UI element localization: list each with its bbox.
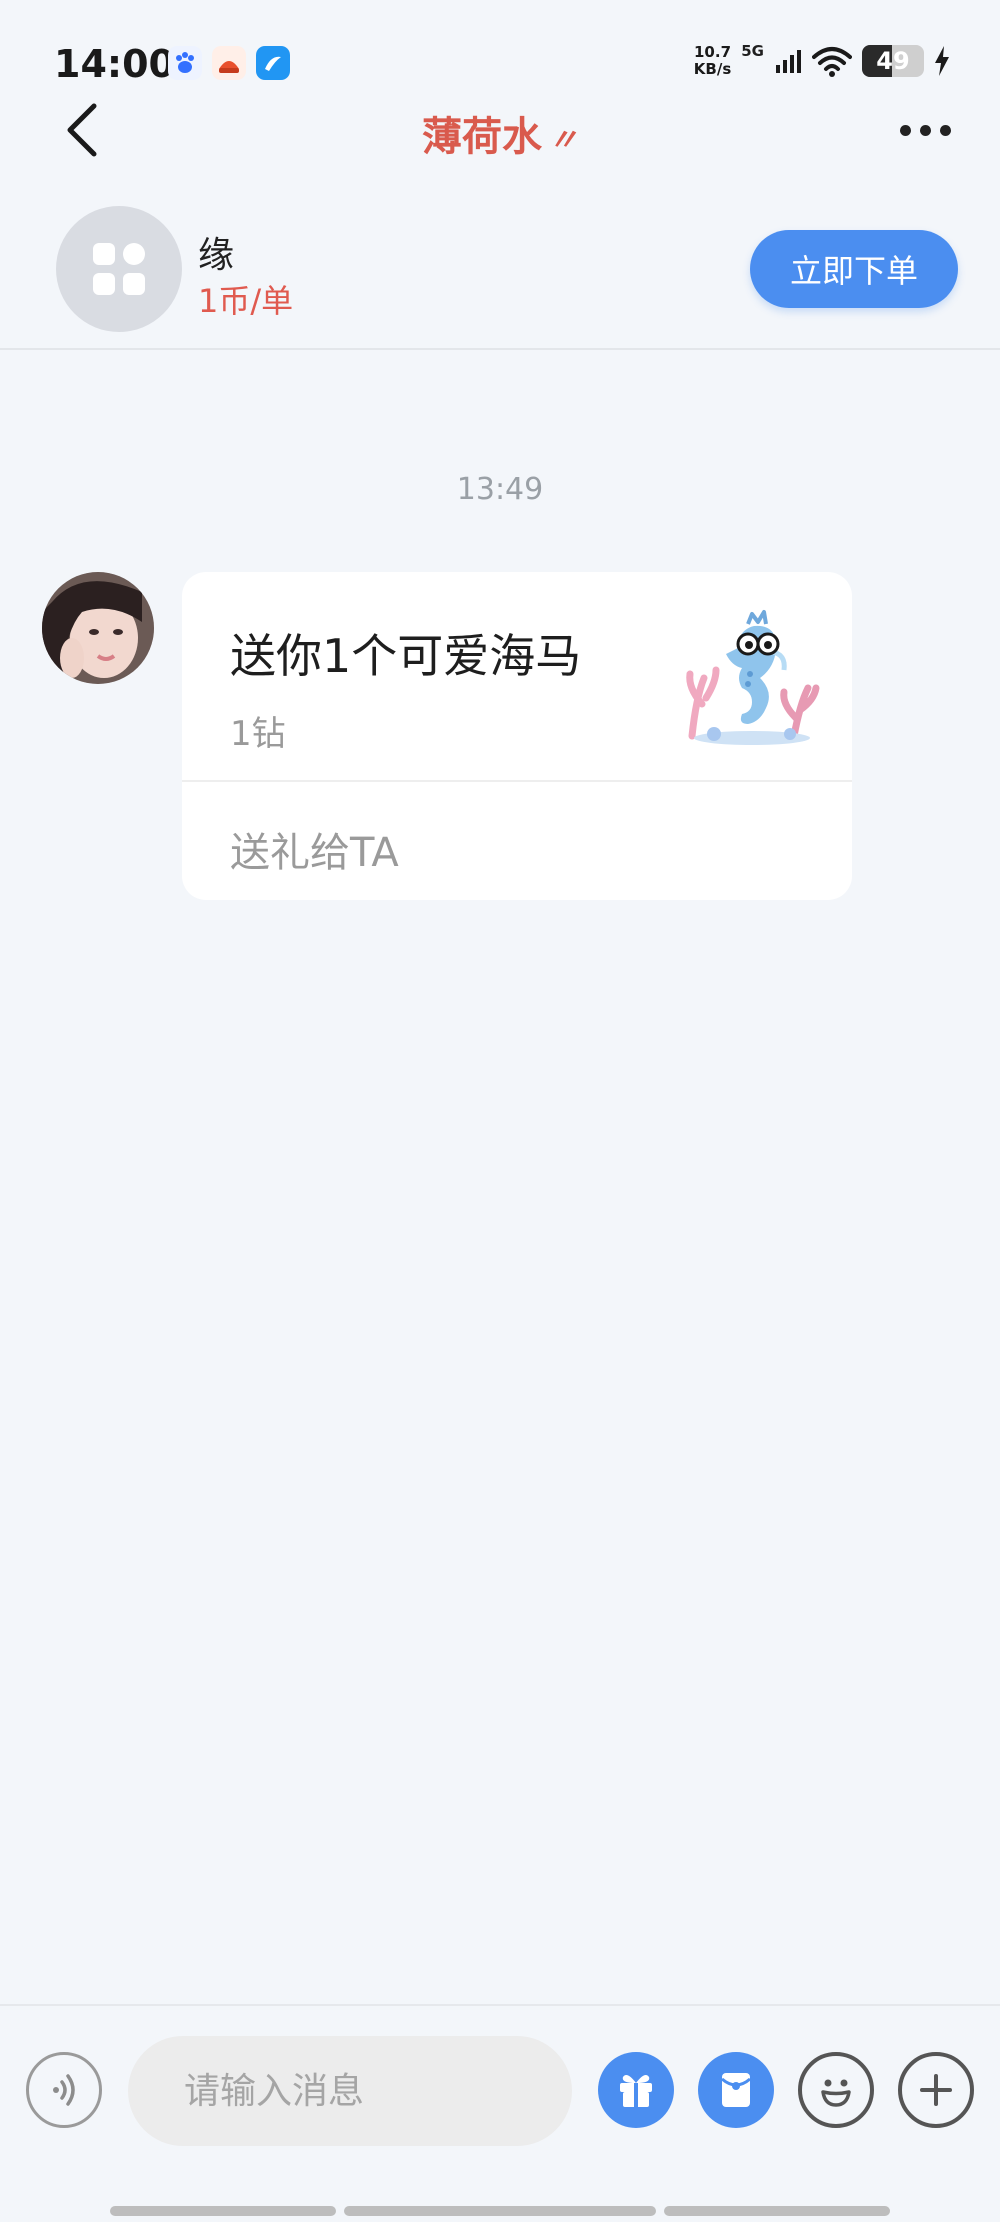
game-app-icon — [212, 46, 246, 80]
page-title: 薄荷水〃 — [0, 104, 1000, 162]
more-options-button[interactable] — [890, 110, 960, 150]
smiley-icon — [821, 2079, 851, 2107]
status-indicators: 10.7 KB/s 5G 49 — [694, 42, 950, 78]
message-input[interactable] — [128, 2036, 572, 2146]
order-now-button[interactable]: 立即下单 — [750, 230, 958, 308]
input-bar — [0, 2004, 1000, 2222]
more-icon-dot — [899, 124, 911, 136]
gift-message-card[interactable]: 送你1个可爱海马 1钻 送礼给TA — [182, 572, 852, 900]
voice-icon — [53, 2074, 75, 2106]
service-name: 缘 — [198, 235, 235, 276]
status-bar: 14:00 10.7 KB/s 5G 49 — [0, 0, 1000, 100]
emoji-button[interactable] — [798, 2052, 874, 2128]
grid-apps-icon — [93, 243, 145, 295]
voice-input-button[interactable] — [26, 2052, 102, 2128]
charging-icon — [935, 46, 949, 76]
net-speed: 10.7 KB/s — [694, 44, 731, 78]
page-title-text: 薄荷水 — [422, 114, 542, 160]
signal-icon — [776, 50, 801, 73]
more-icon-dot — [939, 124, 951, 136]
sender-avatar[interactable] — [42, 572, 154, 684]
envelope-icon — [721, 2073, 751, 2107]
red-packet-button[interactable] — [698, 2052, 774, 2128]
message-timestamp: 13:49 — [456, 472, 544, 507]
net-speed-value: 10.7 — [694, 43, 732, 61]
send-gift-link[interactable]: 送礼给TA — [230, 820, 399, 878]
more-icon-dot — [919, 124, 931, 136]
gift-title: 送你1个可爱海马 — [230, 629, 582, 683]
more-actions-button[interactable] — [898, 2052, 974, 2128]
gift-card-divider — [182, 780, 852, 782]
service-avatar[interactable] — [56, 206, 182, 332]
gesture-bar-left — [110, 2206, 336, 2216]
nav-bar: 薄荷水〃 — [0, 90, 1000, 166]
service-price: 1币/单 — [198, 282, 294, 320]
status-time: 14:00 — [54, 42, 175, 86]
battery-level: 49 — [876, 47, 910, 75]
gesture-bar-center — [344, 2206, 656, 2216]
browser-app-icon — [256, 46, 290, 80]
gift-button[interactable] — [598, 2052, 674, 2128]
gift-box-icon — [620, 2075, 652, 2107]
wifi-icon — [812, 47, 852, 77]
gesture-bar-right — [664, 2206, 890, 2216]
status-app-icons — [168, 46, 290, 80]
plus-icon — [920, 2074, 952, 2106]
network-type: 5G — [741, 42, 764, 60]
baidu-app-icon — [168, 46, 202, 80]
net-speed-unit: KB/s — [693, 60, 732, 78]
avatar-photo — [42, 572, 154, 684]
seahorse-gift-icon — [686, 610, 820, 745]
title-decoration: 〃 — [548, 123, 578, 158]
order-bar: 缘 1币/单 立即下单 — [0, 190, 1000, 350]
battery-indicator: 49 — [862, 45, 924, 77]
gift-price: 1钻 — [230, 714, 286, 754]
